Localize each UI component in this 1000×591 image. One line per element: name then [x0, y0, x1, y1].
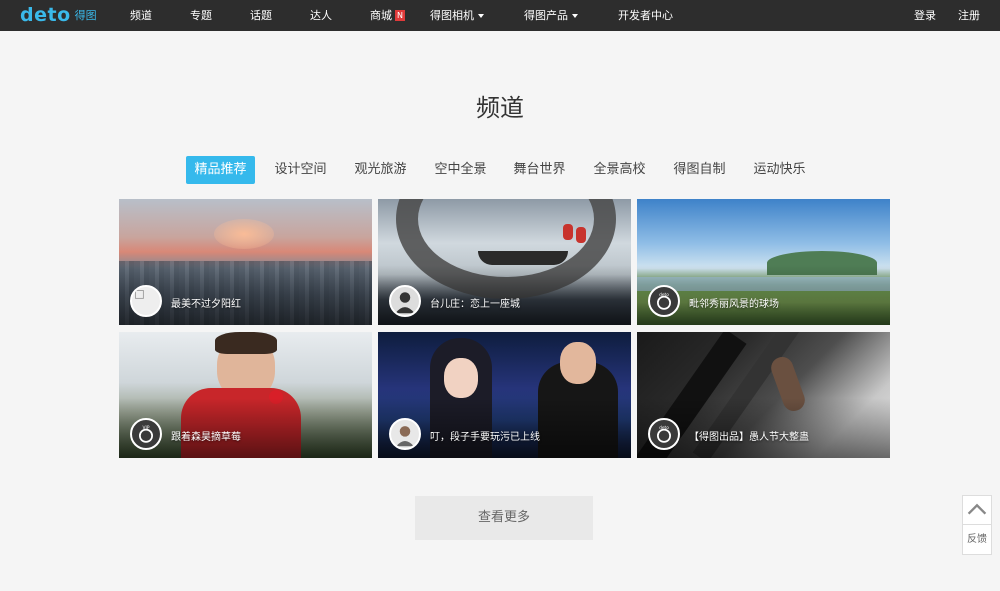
register-link[interactable]: 注册	[958, 0, 980, 31]
nav-item-store[interactable]: 商城 N	[370, 0, 405, 31]
logo-mark: deto	[20, 4, 71, 26]
nav-item-camera-label: 得图相机	[430, 9, 474, 22]
nav-item-products[interactable]: 得图产品	[524, 0, 578, 31]
chevron-down-icon	[572, 14, 578, 18]
nav-item-experts[interactable]: 达人	[310, 0, 332, 31]
nav-item-topics[interactable]: 专题	[190, 0, 212, 31]
user-portrait-icon	[396, 426, 414, 447]
card-title: 叮，段子手要玩污已上线	[430, 432, 540, 443]
back-to-top-button[interactable]	[962, 495, 992, 525]
red-lantern	[563, 224, 573, 240]
chevron-down-icon	[478, 14, 484, 18]
load-more-button[interactable]: 查看更多	[415, 496, 593, 540]
sun-glow	[214, 219, 274, 249]
nav-item-store-label: 商城	[370, 9, 392, 22]
avatar-text: deto	[659, 292, 669, 298]
channel-card[interactable]: 叮，段子手要玩污已上线	[378, 332, 631, 458]
avatar[interactable]: VIP	[130, 418, 162, 450]
performer-right-face	[560, 342, 596, 384]
tab-campus-panorama[interactable]: 全景高校	[585, 156, 654, 184]
card-title: 跟着森昊摘草莓	[171, 432, 241, 443]
performer-left-face	[444, 358, 478, 398]
tab-deto-originals[interactable]: 得图自制	[665, 156, 734, 184]
tab-sports[interactable]: 运动快乐	[745, 156, 814, 184]
avatar[interactable]	[389, 418, 421, 450]
camera-logo-icon: deto	[657, 425, 671, 443]
tab-design-space[interactable]: 设计空间	[266, 156, 335, 184]
camera-logo-icon: deto	[657, 292, 671, 310]
page-title: 频道	[476, 94, 524, 122]
camera-logo-icon: VIP	[139, 425, 153, 443]
card-title: 毗邻秀丽风景的球场	[689, 299, 779, 310]
card-title: 【得图出品】愚人节大整蛊	[689, 432, 809, 443]
feedback-button[interactable]: 反馈	[962, 525, 992, 555]
tab-sightseeing[interactable]: 观光旅游	[346, 156, 415, 184]
tab-stage-world[interactable]: 舞台世界	[505, 156, 574, 184]
logo-subtitle: 得图	[74, 9, 97, 22]
nav-item-discussions[interactable]: 话题	[250, 0, 272, 31]
avatar-text: VIP	[143, 425, 150, 431]
avatar[interactable]	[389, 285, 421, 317]
nav-item-developer[interactable]: 开发者中心	[618, 0, 673, 31]
avatar[interactable]: deto	[648, 285, 680, 317]
avatar[interactable]	[130, 285, 162, 317]
deto-logo[interactable]: deto 得图	[20, 4, 97, 26]
nav-item-channel[interactable]: 频道	[130, 0, 152, 31]
child-hair	[215, 332, 277, 354]
channel-card[interactable]: 最美不过夕阳红	[119, 199, 372, 325]
channel-card[interactable]: deto 【得图出品】愚人节大整蛊	[637, 332, 890, 458]
card-title: 最美不过夕阳红	[171, 299, 241, 310]
nav-item-products-label: 得图产品	[524, 9, 568, 22]
boat	[478, 251, 568, 265]
tab-aerial-panorama[interactable]: 空中全景	[426, 156, 495, 184]
login-link[interactable]: 登录	[914, 0, 936, 31]
red-lantern	[576, 227, 586, 243]
channel-card[interactable]: 台儿庄：恋上一座城	[378, 199, 631, 325]
avatar[interactable]: deto	[648, 418, 680, 450]
avatar-text: deto	[659, 425, 669, 431]
nav-item-camera[interactable]: 得图相机	[430, 0, 484, 31]
new-badge: N	[395, 10, 405, 21]
chevron-up-icon	[967, 503, 987, 515]
broken-image-icon	[135, 290, 144, 299]
top-nav-bar: deto 得图 频道 专题 话题 达人 商城 N 得图相机 得图产品 开发者中心 …	[0, 0, 1000, 31]
user-portrait-icon	[395, 292, 415, 314]
channel-card[interactable]: deto 毗邻秀丽风景的球场	[637, 199, 890, 325]
channel-card[interactable]: VIP 跟着森昊摘草莓	[119, 332, 372, 458]
card-title: 台儿庄：恋上一座城	[430, 299, 520, 310]
tab-featured[interactable]: 精品推荐	[186, 156, 255, 184]
